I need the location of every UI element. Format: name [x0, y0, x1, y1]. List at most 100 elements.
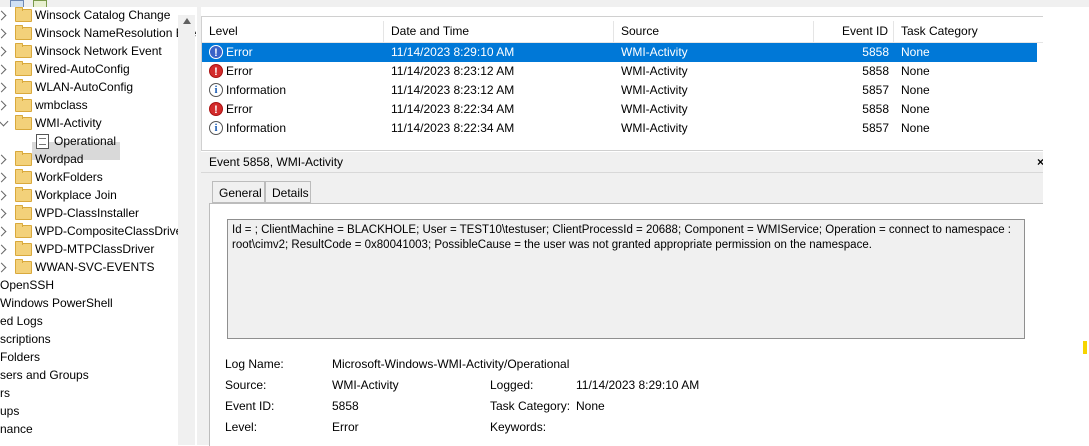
tree-item[interactable]: nance [0, 420, 178, 438]
tree-item[interactable]: sers and Groups [0, 366, 178, 384]
chevron-right-icon[interactable] [0, 64, 7, 75]
scroll-up-arrow-icon[interactable] [183, 18, 191, 24]
chevron-right-icon[interactable] [0, 10, 7, 21]
level-value: Error [332, 420, 359, 434]
tree-item-label: OpenSSH [0, 278, 55, 292]
column-header-date-and-time[interactable]: Date and Time [384, 21, 614, 42]
chevron-down-icon[interactable] [0, 116, 9, 127]
chevron-right-icon[interactable] [0, 28, 7, 39]
tree-item-label: ups [0, 404, 20, 418]
tree-item[interactable]: Folders [0, 348, 178, 366]
tree-item[interactable]: ed Logs [0, 312, 178, 330]
chevron-right-icon[interactable] [0, 82, 7, 93]
event-datetime-cell: 11/14/2023 8:29:10 AM [391, 45, 515, 59]
chevron-right-icon[interactable] [0, 100, 7, 111]
chevron-right-icon[interactable] [0, 190, 7, 201]
tree-item[interactable]: wmbclass [0, 96, 178, 114]
tree-item[interactable]: Wordpad [0, 150, 178, 168]
event-datetime-cell: 11/14/2023 8:23:12 AM [391, 83, 515, 97]
folder-icon [15, 115, 32, 130]
event-list: Level Date and Time Source Event ID Task… [201, 16, 1045, 151]
event-log-icon [36, 134, 49, 149]
tree-item[interactable]: WLAN-AutoConfig [0, 78, 178, 96]
tree-item-label: scriptions [0, 332, 51, 346]
event-id-cell: 5858 [862, 64, 889, 78]
logged-value: 11/14/2023 8:29:10 AM [576, 378, 700, 392]
event-list-header: Level Date and Time Source Event ID Task… [202, 21, 1044, 43]
event-level-cell: Error [226, 64, 253, 78]
event-description-box[interactable]: Id = ; ClientMachine = BLACKHOLE; User =… [227, 219, 1025, 339]
event-description-text: Id = ; ClientMachine = BLACKHOLE; User =… [232, 224, 1015, 251]
source-value: WMI-Activity [332, 378, 399, 392]
tree-item-label: WPD-CompositeClassDriver [35, 224, 187, 238]
toolbar-strip [0, 0, 1089, 8]
event-row[interactable]: ! Error 11/14/2023 8:23:12 AM WMI-Activity 5… [202, 62, 1044, 81]
event-id-label: Event ID: [225, 399, 275, 413]
right-blank-area [1043, 7, 1089, 445]
folder-icon [15, 205, 32, 220]
tree-item[interactable]: Winsock Catalog Change [0, 7, 178, 24]
event-level-cell: Error [226, 102, 253, 116]
error-icon: ! [209, 45, 223, 59]
event-source-cell: WMI-Activity [621, 83, 688, 97]
event-row[interactable]: ! Error 11/14/2023 8:22:34 AM WMI-Activity 5… [202, 100, 1044, 119]
tab-general-label: General [219, 186, 262, 200]
folder-icon [15, 97, 32, 112]
column-header-event-id[interactable]: Event ID [814, 21, 894, 42]
tree-item[interactable]: Workplace Join [0, 186, 178, 204]
tree-item[interactable]: Winsock NameResolution Event [0, 24, 197, 42]
chevron-right-icon[interactable] [0, 208, 7, 219]
column-header-task-category[interactable]: Task Category [894, 21, 1044, 42]
chevron-right-icon[interactable] [0, 226, 7, 237]
event-detail-title: Event 5858, WMI-Activity [209, 155, 344, 169]
tree-item[interactable]: rs [0, 384, 178, 402]
logged-label: Logged: [490, 378, 534, 392]
event-task-category-cell: None [901, 83, 930, 97]
tree-item-label: WPD-ClassInstaller [35, 206, 140, 220]
folder-icon [15, 151, 32, 166]
folder-icon [15, 25, 32, 40]
column-header-source[interactable]: Source [614, 21, 814, 42]
chevron-right-icon[interactable] [0, 46, 7, 57]
chevron-right-icon[interactable] [0, 244, 7, 255]
tree-item-label: Wired-AutoConfig [35, 62, 130, 76]
event-id-value: 5858 [332, 399, 359, 413]
tree-item-label: nance [0, 422, 33, 436]
tree-item[interactable]: WPD-MTPClassDriver [0, 240, 178, 258]
tree-item[interactable]: WMI-Activity [0, 114, 178, 132]
tab-general[interactable]: General [212, 181, 265, 203]
tree-item-label: WPD-MTPClassDriver [35, 242, 155, 256]
chevron-right-icon[interactable] [0, 154, 7, 165]
tab-details[interactable]: Details [265, 181, 311, 203]
console-tree: Winsock Catalog Change Winsock NameResolu… [0, 7, 197, 445]
tree-item[interactable]: Wired-AutoConfig [0, 60, 178, 78]
event-task-category-cell: None [901, 121, 930, 135]
tree-item[interactable]: ups [0, 402, 178, 420]
event-row[interactable]: ! Error 11/14/2023 8:29:10 AM WMI-Activity 5… [202, 43, 1037, 62]
tree-item-label: Operational [54, 134, 117, 148]
tree-item[interactable]: Winsock Network Event [0, 42, 178, 60]
tree-item-label: wmbclass [35, 98, 88, 112]
tree-item[interactable]: WWAN-SVC-EVENTS [0, 258, 178, 276]
event-row[interactable]: i Information 11/14/2023 8:22:34 AM WMI-Act… [202, 119, 1044, 138]
tree-item[interactable]: WPD-ClassInstaller [0, 204, 178, 222]
tree-item[interactable]: WPD-CompositeClassDriver [0, 222, 186, 240]
info-icon: i [209, 83, 223, 97]
event-row[interactable]: i Information 11/14/2023 8:23:12 AM WMI-Act… [202, 81, 1044, 100]
tab-details-label: Details [272, 186, 309, 200]
folder-icon [15, 43, 32, 58]
highlight-marker [1083, 341, 1087, 354]
column-header-level[interactable]: Level [202, 21, 384, 42]
tree-item[interactable]: WorkFolders [0, 168, 178, 186]
tree-item-label: Folders [0, 350, 41, 364]
chevron-right-icon[interactable] [0, 172, 7, 183]
chevron-right-icon[interactable] [0, 262, 7, 273]
event-datetime-cell: 11/14/2023 8:22:34 AM [391, 121, 515, 135]
tree-item[interactable]: scriptions [0, 330, 178, 348]
tree-scrollbar[interactable] [178, 15, 195, 445]
source-label: Source: [225, 378, 267, 392]
tree-item[interactable]: Operational [0, 132, 178, 150]
tree-item[interactable]: OpenSSH [0, 276, 178, 294]
tree-item[interactable]: Windows PowerShell [0, 294, 178, 312]
error-icon: ! [209, 64, 223, 78]
